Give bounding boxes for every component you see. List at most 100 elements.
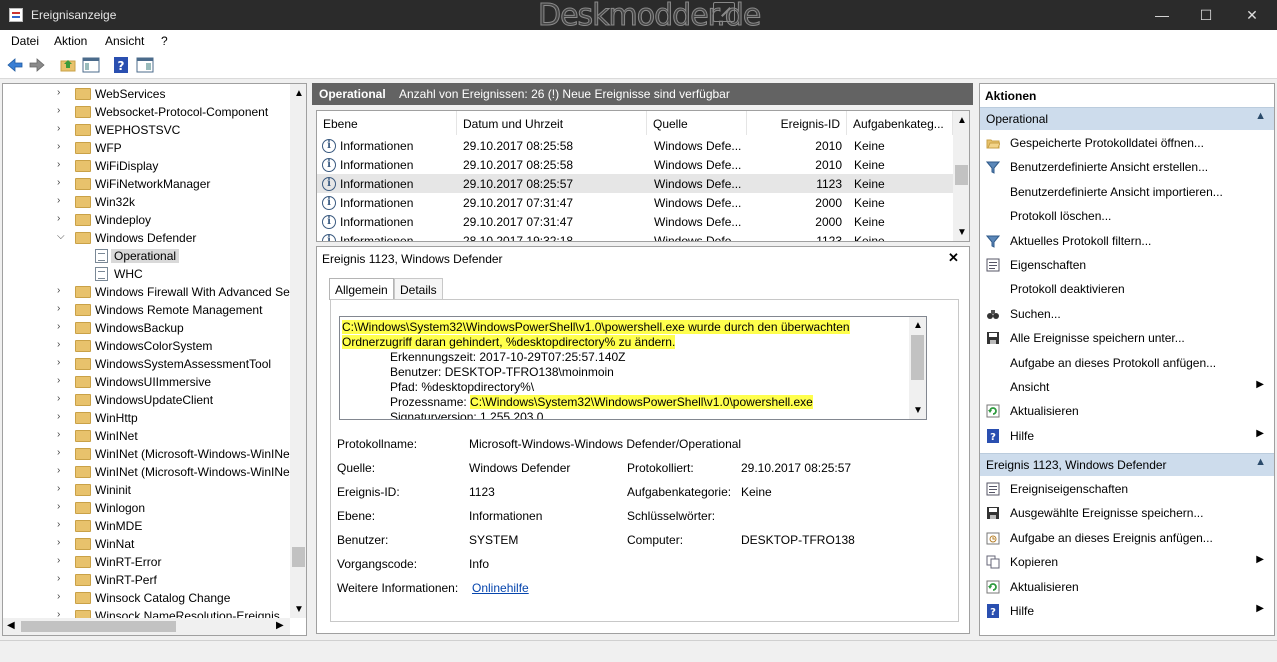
tree-item[interactable]: › Winsock Catalog Change xyxy=(3,589,293,607)
event-row[interactable]: i Informationen 28.10.2017 19:32:18 Windows… xyxy=(317,231,953,241)
menu-help[interactable]: ? xyxy=(161,34,168,48)
tree-item[interactable]: › WindowsColorSystem xyxy=(3,337,293,355)
expand-arrow-icon[interactable]: › xyxy=(57,465,60,476)
tree-item[interactable]: › WindowsUpdateClient xyxy=(3,391,293,409)
action-item[interactable]: Aktuelles Protokoll filtern... xyxy=(980,229,1274,253)
event-row[interactable]: i Informationen 29.10.2017 08:25:58 Windows… xyxy=(317,155,953,174)
collapse-arrow-icon[interactable]: ⌵ xyxy=(57,231,65,242)
tree-item[interactable]: › WinINet (Microsoft-Windows-WinINe xyxy=(3,445,293,463)
tree-item[interactable]: › Windows Remote Management xyxy=(3,301,293,319)
action-item[interactable]: Kopieren ▶ xyxy=(980,550,1274,574)
expand-arrow-icon[interactable]: › xyxy=(57,429,60,440)
expand-arrow-icon[interactable]: › xyxy=(57,537,60,548)
scroll-down-icon[interactable]: ▼ xyxy=(913,405,923,416)
collapse-icon[interactable]: ▲ xyxy=(1255,456,1266,468)
tree-item[interactable]: › WFP xyxy=(3,139,293,157)
expand-arrow-icon[interactable]: › xyxy=(57,411,60,422)
message-scroll-thumb[interactable] xyxy=(911,335,924,380)
expand-arrow-icon[interactable]: › xyxy=(57,393,60,404)
event-row[interactable]: i Informationen 29.10.2017 07:31:47 Windows… xyxy=(317,212,953,231)
event-row[interactable]: i Informationen 29.10.2017 08:25:58 Windows… xyxy=(317,136,953,155)
action-item[interactable]: Aufgabe an dieses Protokoll anfügen... xyxy=(980,351,1274,375)
expand-arrow-icon[interactable]: › xyxy=(57,555,60,566)
column-datum[interactable]: Datum und Uhrzeit xyxy=(457,111,647,135)
expand-arrow-icon[interactable]: › xyxy=(57,591,60,602)
menu-datei[interactable]: Datei xyxy=(11,34,39,48)
maximize-button[interactable]: ☐ xyxy=(1183,0,1229,30)
tree-item[interactable]: › WindowsSystemAssessmentTool xyxy=(3,355,293,373)
expand-arrow-icon[interactable]: › xyxy=(57,159,60,170)
expand-arrow-icon[interactable]: › xyxy=(57,285,60,296)
column-ebene[interactable]: Ebene xyxy=(317,111,457,135)
tree-item[interactable]: › WiFiNetworkManager xyxy=(3,175,293,193)
action-item[interactable]: Protokoll löschen... xyxy=(980,204,1274,228)
tree-item[interactable]: › WinMDE xyxy=(3,517,293,535)
tree-item[interactable]: › Websocket-Protocol-Component xyxy=(3,103,293,121)
scroll-right-icon[interactable]: ▶ xyxy=(276,620,284,631)
event-scroll-thumb[interactable] xyxy=(955,165,968,185)
actions-section-event[interactable]: Ereignis 1123, Windows Defender ▲ xyxy=(980,453,1274,476)
tree-item[interactable]: › WEPHOSTSVC xyxy=(3,121,293,139)
action-item[interactable]: ? Hilfe ▶ xyxy=(980,599,1274,623)
column-aufgabenkategorie[interactable]: Aufgabenkateg... xyxy=(847,111,953,135)
expand-arrow-icon[interactable]: › xyxy=(57,321,60,332)
tree-item[interactable]: › WinINet (Microsoft-Windows-WinINe xyxy=(3,463,293,481)
event-message-box[interactable]: C:\Windows\System32\WindowsPowerShell\v1… xyxy=(339,316,927,420)
column-ereignis-id[interactable]: Ereignis-ID xyxy=(747,111,847,135)
tree-horizontal-scrollbar[interactable]: ◀ ▶ xyxy=(3,618,290,635)
scroll-down-icon[interactable]: ▼ xyxy=(294,604,304,615)
expand-arrow-icon[interactable]: › xyxy=(57,357,60,368)
collapse-icon[interactable]: ▲ xyxy=(1255,110,1266,122)
expand-arrow-icon[interactable]: › xyxy=(57,87,60,98)
tab-details[interactable]: Details xyxy=(394,278,443,300)
scroll-up-icon[interactable]: ▲ xyxy=(957,115,967,126)
tree-item[interactable]: › WindowsUIImmersive xyxy=(3,373,293,391)
scroll-left-icon[interactable]: ◀ xyxy=(7,620,15,631)
event-row[interactable]: i Informationen 29.10.2017 08:25:57 Windows… xyxy=(317,174,953,193)
tree-item[interactable]: › Windows Firewall With Advanced Sec xyxy=(3,283,296,301)
action-item[interactable]: ? Hilfe ▶ xyxy=(980,424,1274,448)
event-row[interactable]: i Informationen 29.10.2017 07:31:47 Windows… xyxy=(317,193,953,212)
tree-item[interactable]: › WindowsBackup xyxy=(3,319,293,337)
menu-aktion[interactable]: Aktion xyxy=(54,34,87,48)
expand-arrow-icon[interactable]: › xyxy=(57,573,60,584)
expand-arrow-icon[interactable]: › xyxy=(57,447,60,458)
tree-item[interactable]: › Winlogon xyxy=(3,499,293,517)
up-folder-icon[interactable] xyxy=(59,56,77,74)
scroll-up-icon[interactable]: ▲ xyxy=(913,320,923,331)
tree-item[interactable]: › WinRT-Error xyxy=(3,553,293,571)
help-icon[interactable]: ? xyxy=(112,56,130,74)
close-button[interactable]: ✕ xyxy=(1229,0,1275,30)
tree-item[interactable]: › WinNat xyxy=(3,535,293,553)
scroll-down-icon[interactable]: ▼ xyxy=(957,227,967,238)
action-item[interactable]: Benutzerdefinierte Ansicht erstellen... xyxy=(980,155,1274,179)
action-item[interactable]: Gespeicherte Protokolldatei öffnen... xyxy=(980,131,1274,155)
action-item[interactable]: Protokoll deaktivieren xyxy=(980,277,1274,301)
onlinehilfe-link[interactable]: Onlinehilfe xyxy=(472,581,529,595)
expand-arrow-icon[interactable]: › xyxy=(57,141,60,152)
expand-arrow-icon[interactable]: › xyxy=(57,375,60,386)
tree-item[interactable]: ⌵ Windows Defender xyxy=(3,229,293,247)
action-item[interactable]: Aktualisieren xyxy=(980,399,1274,423)
expand-arrow-icon[interactable]: › xyxy=(57,483,60,494)
tree-item[interactable]: › WinHttp xyxy=(3,409,293,427)
menu-ansicht[interactable]: Ansicht xyxy=(105,34,144,48)
tree-item[interactable]: › WinRT-Perf xyxy=(3,571,293,589)
detail-close-icon[interactable]: ✕ xyxy=(948,250,959,266)
action-item[interactable]: Benutzerdefinierte Ansicht importieren..… xyxy=(980,180,1274,204)
scroll-up-icon[interactable]: ▲ xyxy=(294,88,304,99)
action-item[interactable]: Alle Ereignisse speichern unter... xyxy=(980,326,1274,350)
tree-item[interactable]: › WiFiDisplay xyxy=(3,157,293,175)
expand-arrow-icon[interactable]: › xyxy=(57,177,60,188)
expand-arrow-icon[interactable]: › xyxy=(57,501,60,512)
tree-vertical-scrollbar[interactable]: ▲ ▼ xyxy=(290,84,306,618)
action-item[interactable]: Ansicht ▶ xyxy=(980,375,1274,399)
message-scrollbar[interactable]: ▲ ▼ xyxy=(909,317,926,419)
tree-scroll-thumb[interactable] xyxy=(292,547,305,567)
expand-arrow-icon[interactable]: › xyxy=(57,213,60,224)
tree-item[interactable]: › Wininit xyxy=(3,481,293,499)
tree-item[interactable]: WHC xyxy=(3,265,293,283)
expand-arrow-icon[interactable]: › xyxy=(57,303,60,314)
action-item[interactable]: Aufgabe an dieses Ereignis anfügen... xyxy=(980,526,1274,550)
column-quelle[interactable]: Quelle xyxy=(647,111,747,135)
